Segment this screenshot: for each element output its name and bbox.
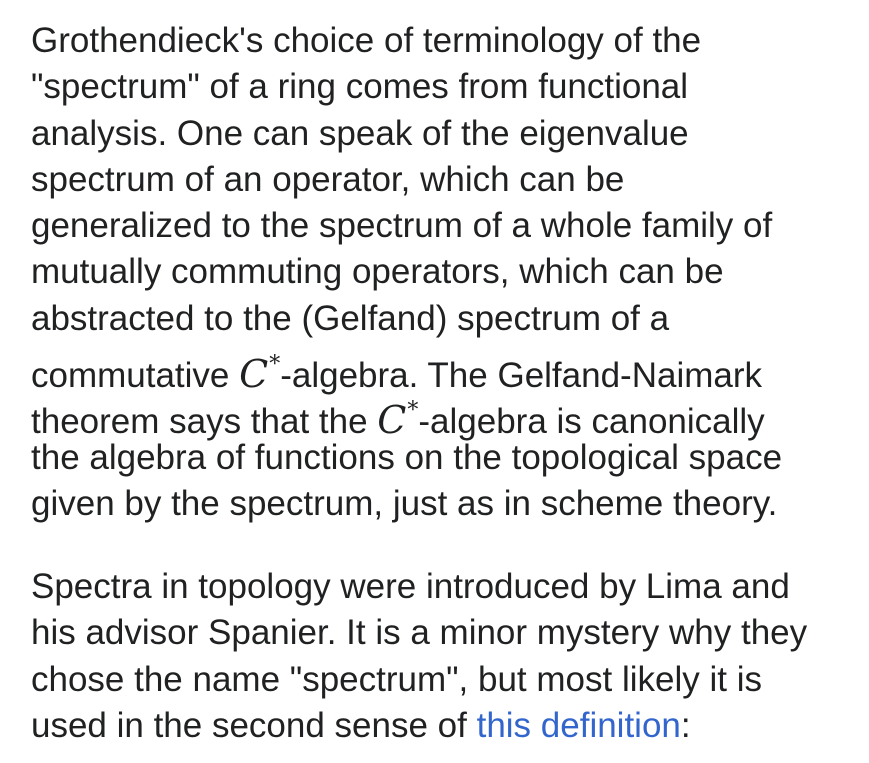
math-superscript: * [407, 398, 419, 424]
text-line: given by the spectrum, just as in scheme… [31, 483, 778, 523]
text-line: the algebra of functions on the topologi… [31, 437, 783, 477]
text-segment: used in the second sense of [31, 705, 477, 745]
text-segment: : [680, 705, 691, 745]
paragraph-grothendieck-spectrum: Grothendieck's choice of terminology of … [31, 18, 869, 527]
math-superscript: * [269, 352, 281, 378]
text-line: Spectra in topology were introduced by L… [31, 567, 790, 606]
text-line: commutative C*-algebra. The Gelfand-Naim… [31, 342, 869, 396]
article-page: Grothendieck's choice of terminology of … [0, 0, 869, 763]
text-line: mutually commuting operators, which can … [31, 252, 724, 292]
text-line: "spectrum" of a ring comes from function… [31, 67, 689, 107]
text-line: Grothendieck's choice of terminology of … [31, 21, 702, 60]
this-definition-link[interactable]: this definition [477, 706, 681, 745]
text-line: spectrum of an operator, which can be [31, 159, 625, 199]
text-line: analysis. One can speak of the eigenvalu… [31, 113, 689, 153]
text-line: abstracted to the (Gelfand) spectrum of … [31, 298, 670, 338]
text-line: used in the second sense of this definit… [31, 703, 869, 749]
text-line: theorem says that the C*-algebra is cano… [31, 388, 869, 442]
text-line: generalized to the spectrum of a whole f… [31, 206, 773, 246]
paragraph-spectra-topology: Spectra in topology were introduced by L… [31, 564, 869, 749]
text-line: chose the name "spectrum", but most like… [31, 659, 762, 699]
text-line: his advisor Spanier. It is a minor myste… [31, 613, 808, 653]
